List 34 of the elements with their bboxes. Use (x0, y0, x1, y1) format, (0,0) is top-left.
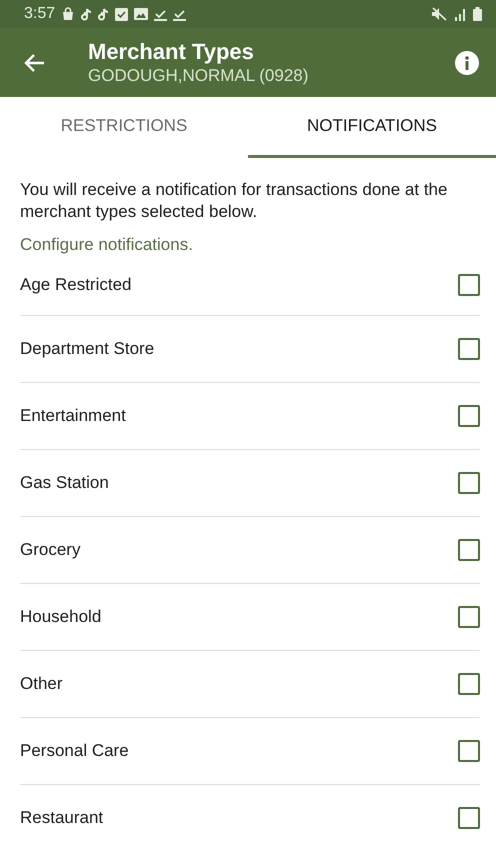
merchant-type-label: Other (20, 674, 64, 694)
merchant-type-label: Department Store (20, 339, 156, 359)
music-note-icon (98, 8, 110, 20)
merchant-type-label: Gas Station (20, 473, 110, 493)
merchant-type-label: Age Restricted (20, 275, 132, 295)
checkbox[interactable] (458, 539, 480, 561)
checkbox-icon (115, 8, 128, 20)
page-title: Merchant Types (88, 38, 255, 64)
download-check-icon (154, 8, 168, 20)
description-text: You will receive a notification for transactions done at the merchant types selected below. (20, 179, 448, 223)
bag-icon (61, 7, 76, 21)
signal-icon (453, 7, 467, 21)
merchant-type-label: Restaurant (20, 808, 104, 828)
info-icon[interactable] (454, 50, 480, 76)
merchant-type-label: Personal Care (20, 741, 130, 761)
image-icon (134, 8, 148, 20)
status-time: 3:57 (24, 5, 56, 23)
checkbox[interactable] (458, 807, 480, 829)
battery-icon (473, 7, 482, 21)
music-note-icon (81, 8, 92, 20)
configure-notifications-link[interactable]: Configure notifications. (20, 235, 193, 255)
checkbox[interactable] (458, 740, 480, 762)
checkbox[interactable] (458, 405, 480, 427)
page-subtitle: GODOUGH,NORMAL (0928) (88, 64, 310, 86)
merchant-type-label: Household (20, 607, 102, 627)
mute-icon (431, 7, 447, 21)
checkbox[interactable] (458, 338, 480, 360)
download-check-icon (173, 8, 186, 20)
checkbox[interactable] (458, 472, 480, 494)
checkbox[interactable] (458, 673, 480, 695)
merchant-type-label: Entertainment (20, 406, 127, 426)
checkbox[interactable] (458, 606, 480, 628)
merchant-type-label: Grocery (20, 540, 82, 560)
checkbox[interactable] (458, 274, 480, 296)
